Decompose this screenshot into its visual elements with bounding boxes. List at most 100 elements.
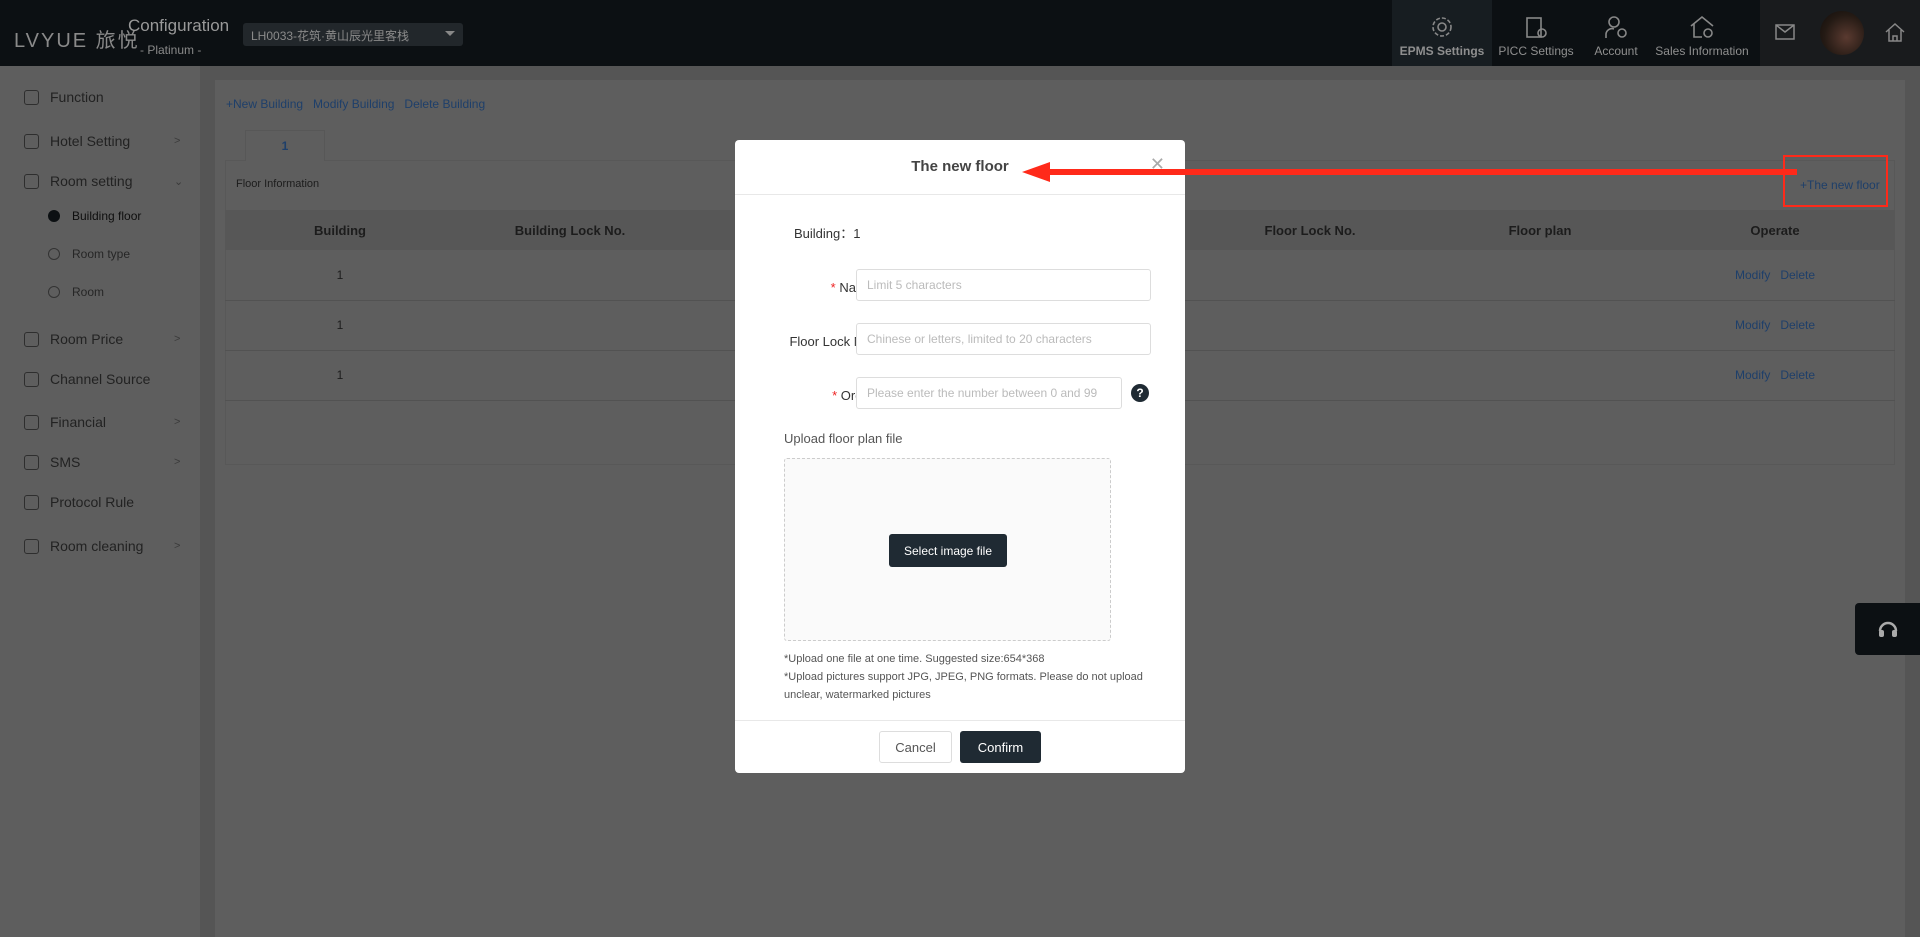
nav-label: PICC Settings [1498, 44, 1574, 58]
building-field: Building：1 [794, 223, 861, 242]
sidebar-item-protocol-rule[interactable]: Protocol Rule [24, 492, 134, 512]
cell [1425, 350, 1655, 401]
cell [1195, 250, 1425, 301]
document-edit-icon [24, 494, 39, 510]
clipboard-yuan-icon [1526, 17, 1547, 38]
sidebar-subitem-room-type[interactable]: Room type [48, 247, 130, 261]
chevron-right-icon: > [174, 540, 181, 552]
upload-note: *Upload one file at one time. Suggested … [784, 653, 1045, 665]
sidebar-subitem-building-floor[interactable]: Building floor [48, 209, 141, 223]
radio-selected-icon [48, 210, 60, 222]
confirm-button[interactable]: Confirm [960, 731, 1041, 763]
cleaning-icon [24, 538, 39, 554]
required-mark: * [830, 280, 836, 295]
operate-cell: Modify Delete [1655, 250, 1895, 301]
sidebar-subitem-label: Building floor [72, 209, 142, 223]
building-value: 1 [853, 226, 861, 241]
upload-label: Upload floor plan file [784, 431, 903, 446]
nav-label: EPMS Settings [1399, 44, 1485, 58]
cancel-button[interactable]: Cancel [879, 731, 952, 763]
modify-link[interactable]: Modify [1735, 318, 1770, 332]
sidebar-item-channel-source[interactable]: Channel Source [24, 369, 150, 389]
chevron-right-icon: > [174, 135, 181, 147]
grid-icon [24, 89, 39, 105]
divider [735, 194, 1185, 195]
avatar[interactable] [1820, 11, 1864, 55]
channel-icon [24, 371, 39, 387]
operate-cell: Modify Delete [1655, 300, 1895, 351]
close-icon[interactable]: ✕ [1150, 154, 1165, 175]
app-title: Configuration [128, 16, 230, 35]
cell [1195, 300, 1425, 351]
sidebar-item-room-cleaning[interactable]: Room cleaning > [24, 536, 180, 556]
mail-icon[interactable] [1775, 24, 1795, 40]
hotel-select[interactable]: LH0033-花筑·黄山辰光里客栈 [243, 23, 463, 46]
chevron-down-icon: ⌄ [174, 175, 184, 188]
sidebar-item-room-setting[interactable]: Room setting ⌄ [24, 171, 183, 191]
sidebar-item-label: Hotel Setting [50, 133, 131, 149]
modify-building-link[interactable]: Modify Building [313, 97, 394, 111]
delete-link[interactable]: Delete [1780, 318, 1815, 332]
nav-epms-settings[interactable]: EPMS Settings [1392, 0, 1492, 66]
column-header: Operate [1655, 210, 1895, 250]
floor-lock-input[interactable] [856, 323, 1151, 355]
cell [455, 350, 685, 401]
name-input[interactable] [856, 269, 1151, 301]
sms-icon [24, 454, 39, 470]
sidebar-item-sms[interactable]: SMS > [24, 452, 180, 472]
edition-label: - Platinum - [140, 43, 202, 57]
hotel-select-value: LH0033-花筑·黄山辰光里客栈 [251, 29, 410, 43]
nav-picc-settings[interactable]: PICC Settings [1494, 0, 1578, 66]
help-icon[interactable]: ? [1131, 384, 1149, 402]
column-header: Floor Lock No. [1195, 210, 1425, 250]
cell [1425, 300, 1655, 351]
delete-building-link[interactable]: Delete Building [404, 97, 485, 111]
customer-service-button[interactable] [1855, 603, 1920, 655]
new-building-link[interactable]: +New Building [226, 97, 303, 111]
sidebar-item-function[interactable]: Function [24, 87, 104, 107]
gear-icon [1432, 17, 1452, 37]
headset-icon [1878, 621, 1898, 637]
dialog-title: The new floor [911, 158, 1009, 175]
sidebar-item-financial[interactable]: Financial > [24, 412, 180, 432]
hotel-icon [24, 133, 39, 149]
delete-link[interactable]: Delete [1780, 368, 1815, 382]
new-floor-dialog: The new floor ✕ Building：1 * Name： Floor… [735, 140, 1185, 773]
new-floor-link[interactable]: +The new floor [1800, 178, 1880, 192]
sidebar-item-label: Room Price [50, 331, 124, 347]
upload-dropzone[interactable]: Select image file [784, 458, 1111, 641]
upload-note: *Upload pictures support JPG, JPEG, PNG … [784, 671, 1143, 701]
nav-label: Sales Information [1655, 44, 1749, 58]
delete-link[interactable]: Delete [1780, 268, 1815, 282]
cell [1425, 250, 1655, 301]
order-input[interactable] [856, 377, 1122, 409]
building-actions: +New Building Modify Building Delete Bui… [226, 97, 485, 111]
sidebar: Function Hotel Setting > Room setting ⌄ Bu… [0, 66, 200, 937]
required-mark: * [832, 388, 838, 403]
top-bar: LVYUE 旅悦 Configuration - Platinum - LH00… [0, 0, 1920, 66]
building-label: Building： [794, 226, 854, 241]
sidebar-item-label: Function [50, 89, 104, 105]
nav-sales-information[interactable]: Sales Information [1652, 0, 1752, 66]
sidebar-item-room-price[interactable]: Room Price > [24, 329, 180, 349]
sidebar-item-hotel-setting[interactable]: Hotel Setting > [24, 131, 180, 151]
chevron-right-icon: > [174, 416, 181, 428]
cell [455, 250, 685, 301]
column-header: Floor plan [1425, 210, 1655, 250]
sidebar-item-label: Financial [50, 414, 107, 430]
select-image-button[interactable]: Select image file [889, 534, 1007, 567]
panel-title: Floor Information [236, 178, 320, 190]
building-cell: 1 [225, 250, 455, 301]
house-yuan-icon [1690, 15, 1714, 38]
price-house-icon [24, 331, 39, 347]
operate-cell: Modify Delete [1655, 350, 1895, 401]
nav-account[interactable]: Account [1584, 0, 1648, 66]
home-icon[interactable] [1884, 22, 1906, 42]
modify-link[interactable]: Modify [1735, 268, 1770, 282]
tab-building-1[interactable]: 1 [245, 130, 325, 161]
building-cell: 1 [225, 350, 455, 401]
chevron-right-icon: > [174, 456, 181, 468]
house-icon [24, 173, 39, 189]
modify-link[interactable]: Modify [1735, 368, 1770, 382]
sidebar-subitem-room[interactable]: Room [48, 285, 104, 299]
